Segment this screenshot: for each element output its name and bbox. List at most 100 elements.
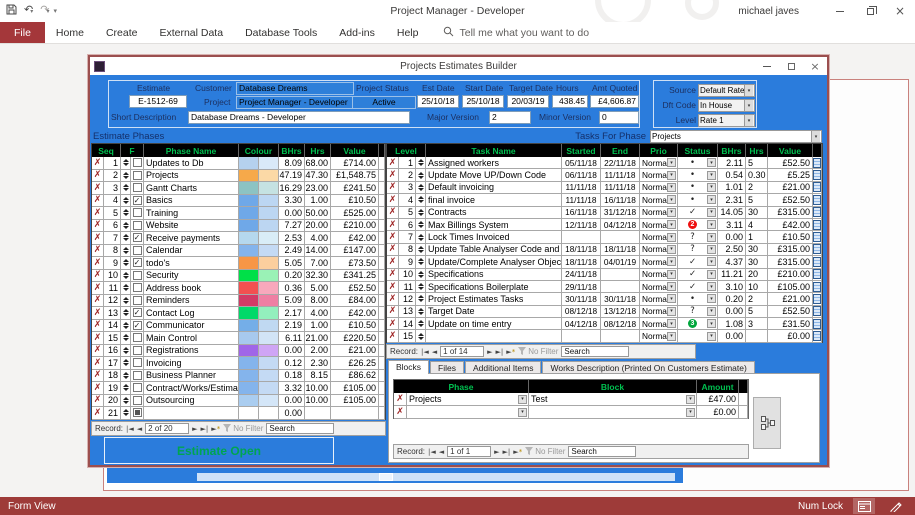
colour-swatch-2[interactable]	[259, 295, 279, 307]
block-name-combo[interactable]: ▾	[529, 406, 697, 418]
phase-checkbox[interactable]	[133, 296, 142, 305]
task-hrs-cell[interactable]: 2	[746, 182, 768, 193]
blocks-no-filter-button[interactable]: No Filter	[525, 447, 565, 457]
task-started-cell[interactable]: 11/11/18	[562, 182, 601, 193]
task-bhrs-cell[interactable]: 1.08	[718, 318, 746, 329]
task-started-cell[interactable]: 04/12/18	[562, 318, 601, 329]
task-started-cell[interactable]	[562, 330, 601, 341]
chevron-down-icon[interactable]: ▾	[518, 395, 527, 404]
chevron-down-icon[interactable]: ▾	[667, 307, 676, 316]
chevron-down-icon[interactable]: ▾	[707, 183, 716, 192]
chevron-down-icon[interactable]: ▾	[707, 307, 716, 316]
phase-seq-cell[interactable]: 7	[104, 232, 121, 244]
task-end-cell[interactable]	[601, 269, 640, 280]
chevron-down-icon[interactable]: ▾	[667, 195, 676, 204]
phase-value-cell[interactable]: £10.50	[331, 195, 379, 207]
builder-button[interactable]	[813, 330, 822, 341]
delete-record-icon[interactable]: ✗	[92, 332, 104, 344]
colour-swatch-2[interactable]	[259, 357, 279, 369]
task-hrs-cell[interactable]: 10	[746, 281, 768, 292]
phases-new-record-button[interactable]: ►*	[211, 425, 220, 433]
phase-seq-cell[interactable]: 19	[104, 382, 121, 394]
phase-hrs-cell[interactable]: 8.15	[305, 370, 331, 382]
phase-name-cell[interactable]	[144, 407, 239, 419]
colour-swatch-2[interactable]	[259, 257, 279, 269]
task-name-cell[interactable]: final invoice	[426, 194, 562, 205]
colour-swatch-1[interactable]	[239, 282, 259, 294]
tab-file[interactable]: File	[0, 22, 45, 43]
phase-value-cell[interactable]: £105.00	[331, 382, 379, 394]
go-button[interactable]	[753, 397, 781, 449]
phase-seq-cell[interactable]: 6	[104, 220, 121, 232]
task-value-cell[interactable]: £315.00	[768, 244, 813, 255]
task-bhrs-cell[interactable]: 0.00	[718, 306, 746, 317]
delete-record-icon[interactable]: ✗	[387, 194, 399, 205]
start-date-field[interactable]: 25/10/18	[462, 95, 504, 108]
task-status-combo[interactable]: ✓▾	[678, 207, 718, 218]
task-end-cell[interactable]: 04/01/19	[601, 256, 640, 267]
task-value-cell[interactable]: £52.50	[768, 157, 813, 168]
phase-seq-cell[interactable]: 8	[104, 245, 121, 257]
chevron-down-icon[interactable]: ▾	[667, 245, 676, 254]
delete-record-icon[interactable]: ✗	[92, 245, 104, 257]
spinner[interactable]	[121, 345, 131, 357]
phases-first-record-button[interactable]: |◄	[126, 425, 134, 433]
task-hrs-cell[interactable]: 1	[746, 231, 768, 242]
task-bhrs-cell[interactable]: 0.00	[718, 330, 746, 341]
delete-record-icon[interactable]: ✗	[92, 382, 104, 394]
colour-swatch-1[interactable]	[239, 232, 259, 244]
task-name-cell[interactable]	[426, 330, 562, 341]
phases-record-position[interactable]: 2 of 20	[145, 423, 189, 434]
spinner[interactable]	[121, 370, 131, 382]
spinner[interactable]	[416, 269, 426, 280]
spinner[interactable]	[416, 157, 426, 168]
phase-value-cell[interactable]: £525.00	[331, 207, 379, 219]
task-level-cell[interactable]: 9	[399, 256, 416, 267]
task-status-combo[interactable]: 3▾	[678, 318, 718, 329]
task-level-cell[interactable]: 11	[399, 281, 416, 292]
phases-no-filter-button[interactable]: No Filter	[223, 424, 263, 434]
chevron-down-icon[interactable]: ▾	[707, 257, 716, 266]
spinner[interactable]	[121, 195, 131, 207]
phase-name-cell[interactable]: Contract/Works/Estimate	[144, 382, 239, 394]
delete-record-icon[interactable]: ✗	[394, 406, 407, 418]
close-icon[interactable]: ×	[885, 0, 915, 22]
phase-seq-cell[interactable]: 20	[104, 395, 121, 407]
spinner[interactable]	[416, 207, 426, 218]
builder-button[interactable]	[813, 157, 822, 168]
spinner[interactable]	[416, 219, 426, 230]
chevron-down-icon[interactable]: ▾	[686, 408, 695, 417]
target-date-field[interactable]: 20/03/19	[507, 95, 549, 108]
task-value-cell[interactable]: £105.00	[768, 281, 813, 292]
builder-button[interactable]	[813, 269, 822, 280]
phase-hrs-cell[interactable]: 7.00	[305, 257, 331, 269]
colour-swatch-1[interactable]	[239, 195, 259, 207]
task-started-cell[interactable]: 11/11/18	[562, 194, 601, 205]
save-icon[interactable]	[6, 2, 17, 20]
task-end-cell[interactable]: 31/12/18	[601, 207, 640, 218]
chevron-down-icon[interactable]: ▾	[707, 282, 716, 291]
form-minimize-icon[interactable]	[755, 57, 779, 75]
spinner[interactable]	[121, 295, 131, 307]
tab-add-ins[interactable]: Add-ins	[328, 22, 386, 43]
task-value-cell[interactable]: £21.00	[768, 293, 813, 304]
chevron-down-icon[interactable]: ▾	[686, 395, 695, 404]
colour-swatch-2[interactable]	[259, 220, 279, 232]
phase-hrs-cell[interactable]: 68.00	[305, 157, 331, 169]
spinner[interactable]	[416, 169, 426, 180]
phase-checkbox[interactable]	[133, 158, 142, 167]
phase-bhrs-cell[interactable]: 47.19	[279, 170, 305, 182]
phase-seq-cell[interactable]: 2	[104, 170, 121, 182]
task-status-combo[interactable]: ▾	[678, 330, 718, 341]
spinner[interactable]	[121, 182, 131, 194]
colour-swatch-1[interactable]	[239, 170, 259, 182]
spinner[interactable]	[416, 182, 426, 193]
colour-swatch-1[interactable]	[239, 270, 259, 282]
design-view-icon[interactable]	[885, 498, 907, 514]
tab-external-data[interactable]: External Data	[148, 22, 234, 43]
phase-bhrs-cell[interactable]: 2.19	[279, 320, 305, 332]
colour-swatch-1[interactable]	[239, 320, 259, 332]
phase-checkbox[interactable]: ✓	[133, 258, 142, 267]
phase-hrs-cell[interactable]: 4.00	[305, 307, 331, 319]
delete-record-icon[interactable]: ✗	[387, 269, 399, 280]
